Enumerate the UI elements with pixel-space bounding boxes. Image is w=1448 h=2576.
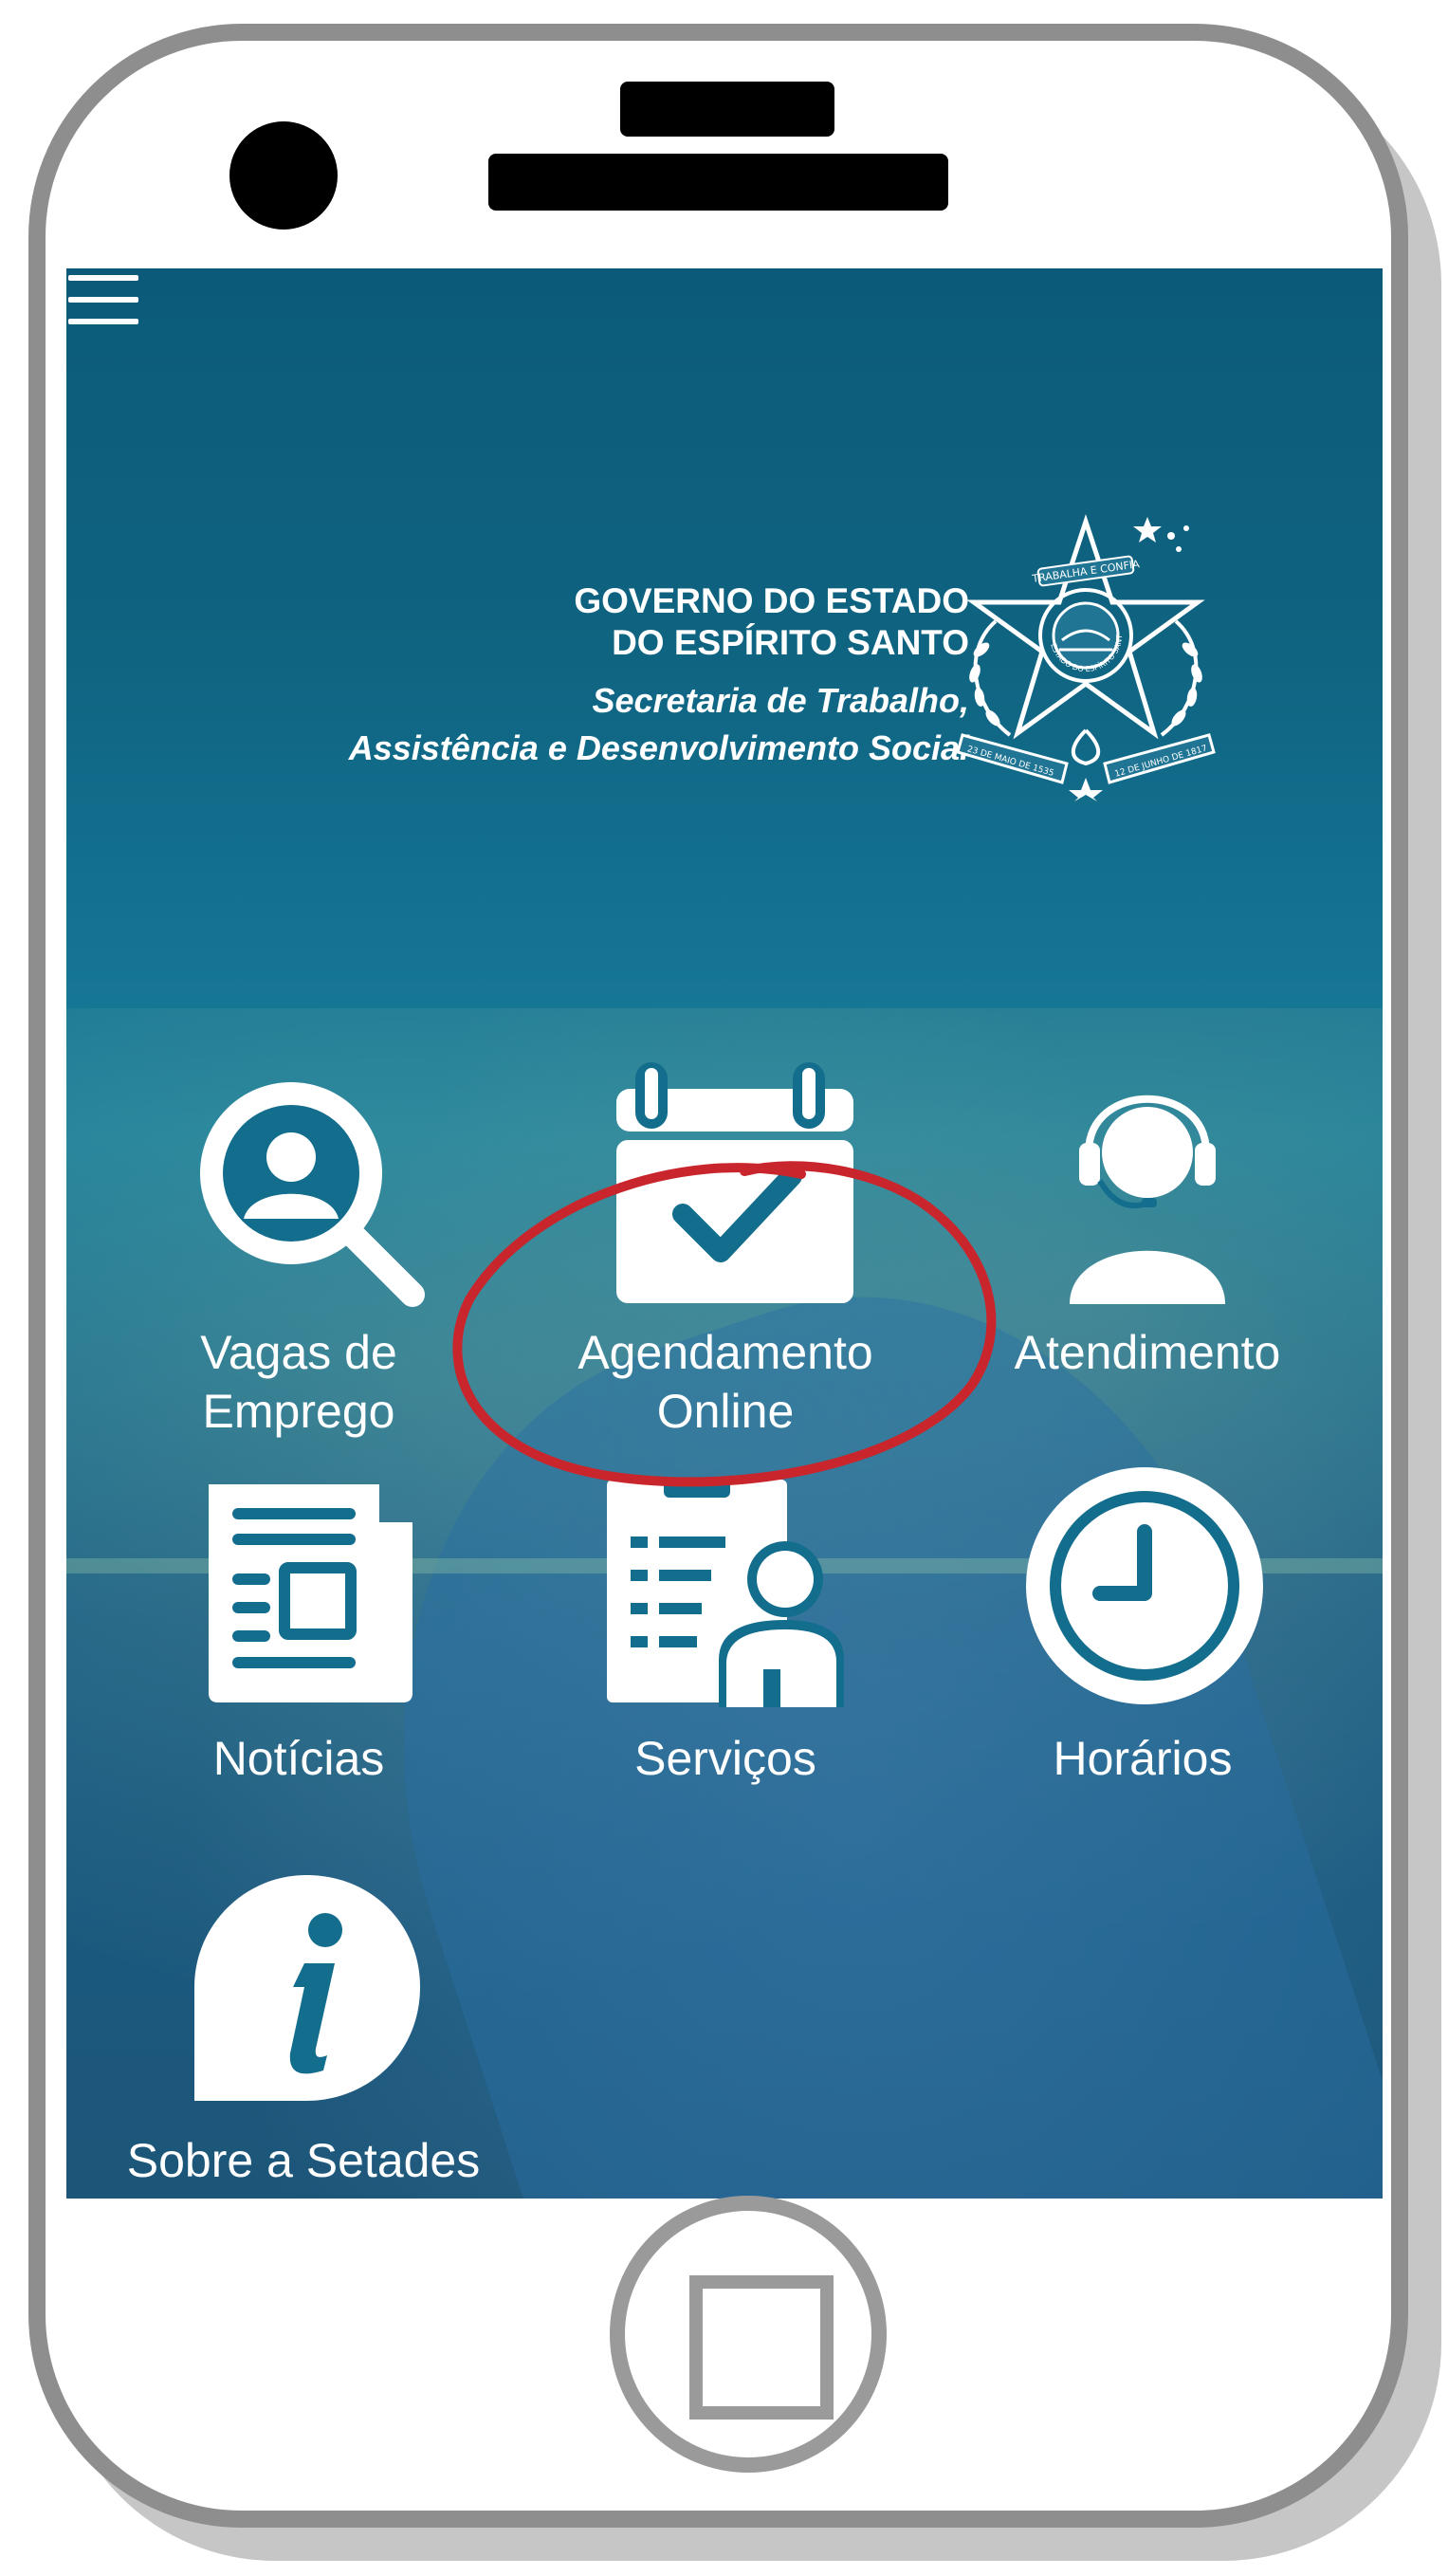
agendamento-online-button[interactable]: Agendamento Online <box>559 1062 891 1451</box>
horarios-label: Horários <box>1053 1732 1233 1785</box>
sobre-label: Sobre a Setades <box>126 2134 481 2187</box>
home-button[interactable] <box>610 2196 887 2473</box>
secretariat-line2: Assistência e Desenvolvimento Social <box>348 728 969 767</box>
noticias-button[interactable]: Notícias <box>185 1475 431 1788</box>
servicos-label: Serviços <box>634 1732 816 1785</box>
secretariat-line1: Secretaria de Trabalho, <box>592 681 969 720</box>
calendar-check-icon <box>616 1062 853 1303</box>
hamburger-icon[interactable] <box>68 275 138 328</box>
sobre-a-setades-button[interactable]: Sobre a Setades <box>114 1873 493 2196</box>
vagas-label-line1: Vagas de <box>200 1326 397 1379</box>
servicos-button[interactable]: Serviços <box>588 1480 863 1793</box>
app-header: GOVERNO DO ESTADO DO ESPÍRITO SANTO Secr… <box>349 580 969 772</box>
sensor-bar <box>488 154 948 211</box>
noticias-label: Notícias <box>212 1732 385 1785</box>
clipboard-person-icon <box>607 1480 844 1707</box>
agendamento-label-line2: Online <box>656 1385 795 1438</box>
vagas-label-line2: Emprego <box>202 1385 395 1438</box>
horarios-button[interactable]: Horários <box>1019 1465 1266 1788</box>
clock-icon <box>1026 1467 1263 1704</box>
vagas-de-emprego-button[interactable]: Vagas de Emprego <box>185 1067 431 1446</box>
government-title-line2: DO ESPÍRITO SANTO <box>612 623 969 662</box>
atendimento-label: Atendimento <box>1014 1326 1281 1379</box>
newspaper-icon <box>209 1484 412 1702</box>
earpiece-speaker <box>620 82 834 137</box>
info-bubble-icon <box>194 1875 420 2101</box>
home-square-icon <box>689 2275 834 2420</box>
agendamento-label-line1: Agendamento <box>577 1326 873 1379</box>
atendimento-button[interactable]: Atendimento <box>991 1062 1304 1404</box>
magnifier-person-icon <box>200 1082 425 1307</box>
front-camera <box>229 121 338 230</box>
headset-agent-icon <box>1070 1095 1225 1304</box>
state-crest-icon: TRABALHA E CONFIA ESTADO DO ESPÍRITO SAN… <box>944 507 1216 801</box>
government-title-line1: GOVERNO DO ESTADO <box>574 581 969 620</box>
